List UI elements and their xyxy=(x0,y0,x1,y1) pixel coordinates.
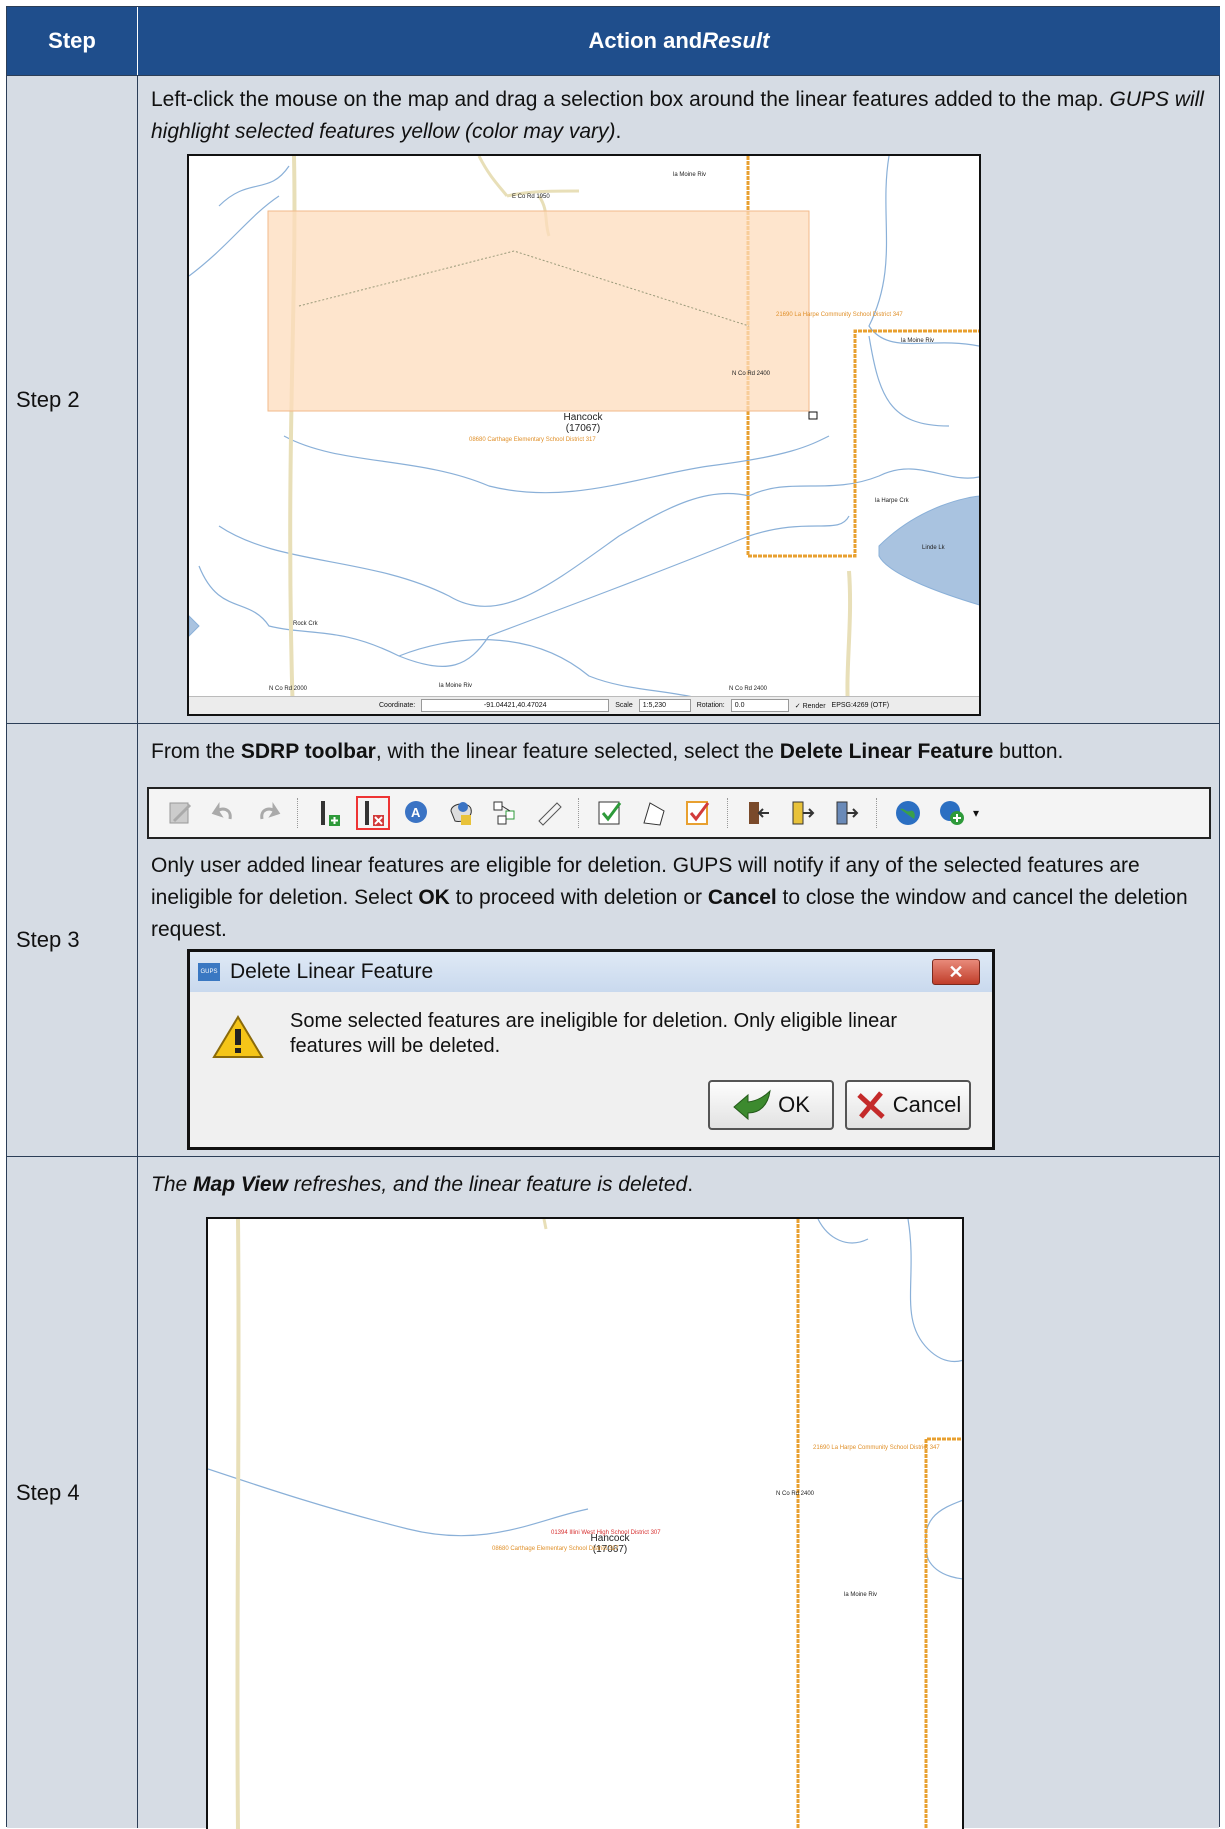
toolbar-separator xyxy=(578,798,581,828)
globe-icon[interactable] xyxy=(891,796,925,830)
map-label: 08680 Carthage Elementary School Distric… xyxy=(492,1546,619,1552)
add-name-icon[interactable]: A xyxy=(400,796,434,830)
header-action-text: Action and xyxy=(588,28,703,53)
map-label: la Moine Riv xyxy=(439,683,473,689)
map-label: Linde Lk xyxy=(922,545,945,551)
redo-icon[interactable] xyxy=(251,796,285,830)
boundary-icon[interactable] xyxy=(444,796,478,830)
header-result-text: Result xyxy=(702,28,770,53)
render-checkbox[interactable]: ✓ Render xyxy=(795,702,826,710)
map-label: la Moine Riv xyxy=(901,338,935,344)
step-4-content: The Map View refreshes, and the linear f… xyxy=(138,1157,1219,1829)
warning-icon xyxy=(212,1014,264,1065)
dialog-message: Some selected features are ineligible fo… xyxy=(290,1010,898,1057)
map-label: la Harpe Crk xyxy=(875,498,909,504)
add-linear-feature-icon[interactable] xyxy=(312,796,346,830)
step-label: Step 2 xyxy=(7,76,138,723)
scale-combo[interactable]: 1:5,230 xyxy=(638,699,691,712)
step-3-content: From the SDRP toolbar, with the linear f… xyxy=(138,724,1219,1156)
dialog-title: Delete Linear Feature xyxy=(230,960,434,983)
table-row-step-2: Step 2 Left-click the mouse on the map a… xyxy=(7,75,1219,723)
review-icon[interactable] xyxy=(681,796,715,830)
header-action-result: Action and Result xyxy=(138,7,1220,75)
step-2-content: Left-click the mouse on the map and drag… xyxy=(138,76,1219,723)
map-view-selection[interactable]: la Moine Riv E Co Rd 1950 21690 La Harpe… xyxy=(187,154,981,716)
rotation-label: Rotation: xyxy=(696,702,725,709)
export-icon[interactable] xyxy=(786,796,820,830)
ok-arrow-icon xyxy=(733,1089,771,1121)
map-label: 21690 La Harpe Community School District… xyxy=(813,1445,940,1451)
step-4-instruction: The Map View refreshes, and the linear f… xyxy=(151,1173,694,1196)
validate-icon[interactable] xyxy=(593,796,627,830)
table-row-step-3: Step 3 From the SDRP toolbar, with the l… xyxy=(7,723,1219,1156)
chevron-down-icon[interactable]: ▾ xyxy=(973,806,979,820)
delete-linear-feature-dialog: GUPS Delete Linear Feature ✕ Some select… xyxy=(187,949,995,1150)
sdrp-toolbar: A ▾ xyxy=(147,787,1211,839)
toolbar-separator xyxy=(727,798,730,828)
coordinate-field[interactable]: -91.04421,40.47024 xyxy=(421,699,610,712)
topology-icon[interactable] xyxy=(488,796,522,830)
import-icon[interactable] xyxy=(742,796,776,830)
map-view-result[interactable]: 21690 La Harpe Community School District… xyxy=(206,1217,964,1829)
dialog-title-bar: GUPS Delete Linear Feature ✕ xyxy=(190,952,992,992)
gups-app-icon: GUPS xyxy=(198,963,220,981)
map-label: E Co Rd 1950 xyxy=(512,194,550,200)
cancel-x-icon xyxy=(857,1091,885,1119)
table-row-step-4: Step 4 The Map View refreshes, and the l… xyxy=(7,1156,1219,1829)
svg-text:A: A xyxy=(411,805,421,820)
transfer-icon[interactable] xyxy=(830,796,864,830)
dialog-body: Some selected features are ineligible fo… xyxy=(190,992,992,1147)
undo-icon[interactable] xyxy=(207,796,241,830)
map-label: la Moine Riv xyxy=(673,172,707,178)
add-layer-icon[interactable] xyxy=(935,796,969,830)
scale-label: Scale xyxy=(615,702,633,709)
map-label: N Co Rd 2400 xyxy=(729,686,768,692)
map-label: N Co Rd 2400 xyxy=(732,371,771,377)
ok-button[interactable]: OK xyxy=(708,1080,834,1130)
coordinate-label: Coordinate: xyxy=(379,702,416,709)
cancel-button[interactable]: Cancel xyxy=(845,1080,971,1130)
map-label: Rock Crk xyxy=(293,621,318,627)
step-label: Step 4 xyxy=(7,1157,138,1828)
measure-icon[interactable] xyxy=(532,796,566,830)
header-step: Step xyxy=(7,7,138,75)
map-label: N Co Rd 2000 xyxy=(269,686,308,692)
map-canvas[interactable] xyxy=(189,156,981,716)
delete-linear-feature-icon[interactable] xyxy=(356,796,390,830)
map-canvas[interactable] xyxy=(208,1219,964,1829)
map-label: 08680 Carthage Elementary School Distric… xyxy=(469,437,596,443)
map-label: la Moine Riv xyxy=(844,1592,878,1598)
map-label: N Co Rd 2400 xyxy=(776,1491,815,1497)
map-status-bar: Coordinate: -91.04421,40.47024 Scale 1:5… xyxy=(189,696,979,714)
step-2-instruction: Left-click the mouse on the map and drag… xyxy=(151,88,1204,143)
step-label: Step 3 xyxy=(7,724,138,1156)
polygon-icon[interactable] xyxy=(637,796,671,830)
rotation-field[interactable]: 0.0 xyxy=(730,699,789,712)
map-label: 01394 Illini West High School District 3… xyxy=(551,1530,661,1536)
toolbar-separator xyxy=(297,798,300,828)
crs-button[interactable]: EPSG:4269 (OTF) xyxy=(832,702,890,709)
procedure-table: Step Action and Result Step 2 Left-click… xyxy=(6,6,1220,1829)
step-3-note: Only user added linear features are elig… xyxy=(151,854,1188,941)
step-3-instruction: From the SDRP toolbar, with the linear f… xyxy=(151,740,1064,763)
close-icon[interactable]: ✕ xyxy=(932,959,980,985)
edit-icon[interactable] xyxy=(163,796,197,830)
map-label-county: Hancock (17067) xyxy=(563,412,603,434)
toolbar-separator xyxy=(876,798,879,828)
map-label: 21690 La Harpe Community School District… xyxy=(776,312,903,318)
